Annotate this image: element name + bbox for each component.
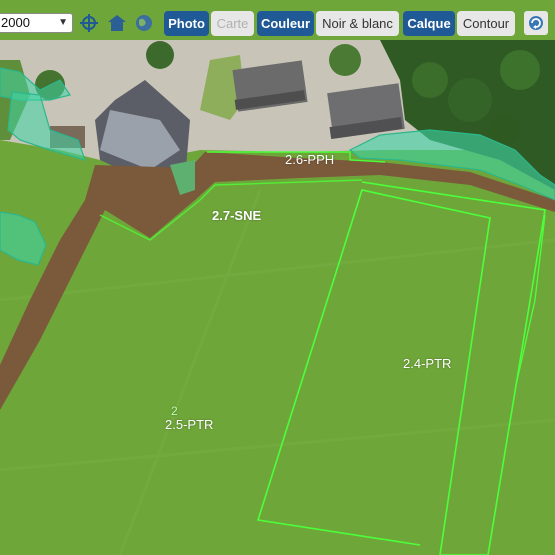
tree [500,50,540,90]
locate-button[interactable] [78,12,100,34]
tree [146,41,174,69]
label-2-5-ptr: 2.5-PTR [165,417,214,432]
couleur-button[interactable]: Couleur [257,11,314,36]
label-2-4-ptr: 2.4-PTR [403,356,452,371]
globe-button[interactable] [133,12,155,34]
map-canvas[interactable] [0,0,555,555]
photo-button[interactable]: Photo [164,11,209,36]
label-2-5-ptr-number: 2 [171,404,178,418]
scale-value: 2000 [1,15,30,30]
crosshair-icon [80,14,98,32]
tree [329,44,361,76]
label-2-6-pph: 2.6-PPH [285,152,335,167]
tree [448,78,492,122]
tree [412,62,448,98]
globe-icon [136,15,152,31]
scale-select[interactable]: 2000 ▼ [0,13,73,33]
home-button[interactable] [106,12,128,34]
home-icon [108,15,126,31]
refresh-icon [529,16,543,30]
carte-button[interactable]: Carte [211,11,254,36]
label-2-7-sne: 2.7-SNE [212,208,262,223]
refresh-button[interactable] [524,11,548,35]
calque-button[interactable]: Calque [403,11,455,36]
noir-blanc-button[interactable]: Noir & blanc [316,11,399,36]
map-toolbar: 2000 ▼ Photo Carte Couleur Noir & blanc … [0,0,555,44]
contour-button[interactable]: Contour [457,11,515,36]
chevron-down-icon: ▼ [58,17,68,28]
